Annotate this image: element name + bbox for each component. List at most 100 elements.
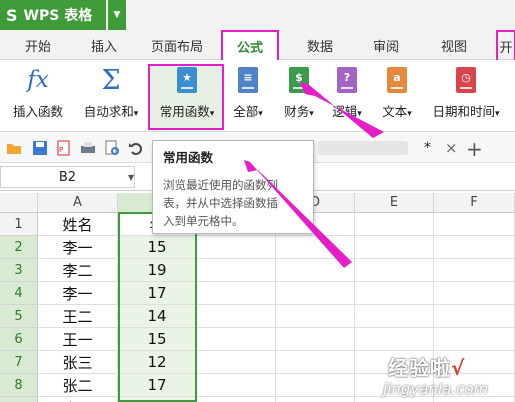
- column-header-a[interactable]: A: [38, 193, 118, 213]
- fx-icon: fx: [27, 67, 49, 93]
- empty-cell[interactable]: [434, 282, 515, 305]
- empty-cell[interactable]: [276, 351, 355, 374]
- cell-a[interactable]: 张二: [38, 397, 118, 402]
- export-pdf-icon[interactable]: P: [56, 140, 72, 156]
- empty-cell[interactable]: [355, 213, 434, 236]
- tab-review[interactable]: 审阅: [364, 30, 408, 60]
- question-book-icon: ?: [334, 66, 360, 94]
- open-folder-icon[interactable]: [6, 140, 22, 156]
- tab-insert[interactable]: 插入: [80, 30, 128, 60]
- empty-cell[interactable]: [197, 374, 276, 397]
- tab-page-layout[interactable]: 页面布局: [144, 30, 210, 60]
- name-box-dropdown-icon[interactable]: ▼: [128, 173, 134, 182]
- empty-cell[interactable]: [434, 305, 515, 328]
- empty-cell[interactable]: [197, 351, 276, 374]
- logic-functions-button[interactable]: ? 逻辑▾: [327, 66, 367, 128]
- cell-a[interactable]: 王二: [38, 305, 118, 328]
- list-book-icon: ≡: [235, 66, 261, 94]
- cell-a[interactable]: 张二: [38, 374, 118, 397]
- cell-a[interactable]: 王一: [38, 328, 118, 351]
- empty-cell[interactable]: [197, 397, 276, 402]
- empty-cell[interactable]: [276, 305, 355, 328]
- watermark-logo: 经验啦√: [388, 356, 466, 380]
- empty-cell[interactable]: [434, 259, 515, 282]
- empty-cell[interactable]: [276, 236, 355, 259]
- print-icon[interactable]: [80, 140, 96, 156]
- finance-functions-button[interactable]: $ 财务▾: [277, 66, 321, 128]
- print-preview-icon[interactable]: [104, 140, 120, 156]
- tab-view[interactable]: 视图: [432, 30, 476, 60]
- empty-cell[interactable]: [276, 282, 355, 305]
- wps-logo-icon: S: [6, 5, 18, 25]
- text-functions-button[interactable]: a 文本▾: [374, 66, 420, 128]
- empty-cell[interactable]: [355, 305, 434, 328]
- wps-spreadsheet-window: S WPS 表格 ▼ 开始 插入 页面布局 公式 数据 审阅 视图 开 fx 插…: [0, 0, 515, 402]
- empty-cell[interactable]: [434, 328, 515, 351]
- datetime-functions-button[interactable]: ◷ 日期和时间▾: [424, 66, 508, 128]
- document-tab[interactable]: * ×: [318, 134, 458, 162]
- text-book-icon: a: [384, 66, 410, 94]
- empty-cell[interactable]: [197, 328, 276, 351]
- new-tab-icon[interactable]: +: [466, 137, 483, 161]
- empty-cell[interactable]: [355, 328, 434, 351]
- empty-cell[interactable]: [197, 236, 276, 259]
- tooltip-title: 常用函数: [163, 150, 214, 165]
- app-menu-button[interactable]: S WPS 表格: [0, 0, 106, 30]
- sigma-icon: Σ: [101, 64, 121, 96]
- row-header[interactable]: 2: [0, 236, 38, 259]
- row-header[interactable]: 8: [0, 374, 38, 397]
- unsaved-marker: *: [424, 140, 431, 156]
- star-book-icon: ★: [174, 66, 200, 94]
- column-header-f[interactable]: F: [434, 193, 515, 213]
- common-functions-button[interactable]: ★ 常用函数▾: [152, 66, 222, 128]
- common-functions-tooltip: 常用函数 浏览最近使用的函数列 表，并从中选择函数插 入到单元格中。: [152, 140, 314, 234]
- row-header[interactable]: 4: [0, 282, 38, 305]
- empty-cell[interactable]: [276, 259, 355, 282]
- cell-a[interactable]: 张三: [38, 351, 118, 374]
- all-functions-button[interactable]: ≡ 全部▾: [228, 66, 268, 128]
- empty-cell[interactable]: [276, 328, 355, 351]
- ribbon-tabs: 开始 插入 页面布局 公式 数据 审阅 视图 开: [0, 30, 515, 61]
- autosum-button[interactable]: Σ 自动求和▾: [78, 64, 144, 128]
- save-icon[interactable]: [32, 140, 48, 156]
- row-header[interactable]: 7: [0, 351, 38, 374]
- empty-cell[interactable]: [276, 374, 355, 397]
- empty-cell[interactable]: [355, 236, 434, 259]
- row-header[interactable]: 9: [0, 397, 38, 402]
- close-tab-icon[interactable]: ×: [445, 139, 458, 157]
- undo-icon[interactable]: [128, 140, 144, 156]
- tooltip-body: 浏览最近使用的函数列 表，并从中选择函数插 入到单元格中。: [163, 178, 278, 228]
- svg-text:P: P: [59, 146, 63, 154]
- row-header[interactable]: 1: [0, 213, 38, 236]
- tab-formulas[interactable]: 公式: [221, 30, 279, 61]
- empty-cell[interactable]: [434, 213, 515, 236]
- app-title: WPS 表格: [23, 8, 93, 24]
- insert-function-button[interactable]: fx 插入函数: [6, 66, 70, 128]
- empty-cell[interactable]: [197, 305, 276, 328]
- column-header-e[interactable]: E: [355, 193, 434, 213]
- empty-cell[interactable]: [197, 259, 276, 282]
- cell-a[interactable]: 李一: [38, 282, 118, 305]
- money-book-icon: $: [286, 66, 312, 94]
- empty-cell[interactable]: [355, 259, 434, 282]
- watermark-url: jingyanla.com: [383, 380, 489, 398]
- document-tab-name: [318, 141, 408, 155]
- tab-data[interactable]: 数据: [298, 30, 342, 60]
- cell-a[interactable]: 姓名: [38, 213, 118, 236]
- tab-home[interactable]: 开始: [14, 30, 62, 60]
- tab-developer[interactable]: 开: [496, 30, 515, 60]
- select-all-corner[interactable]: [0, 193, 38, 213]
- empty-cell[interactable]: [434, 236, 515, 259]
- clock-book-icon: ◷: [453, 66, 479, 94]
- empty-cell[interactable]: [276, 397, 355, 402]
- name-box[interactable]: B2: [0, 166, 135, 188]
- empty-cell[interactable]: [197, 282, 276, 305]
- app-menu-dropdown-icon[interactable]: ▼: [108, 0, 126, 30]
- row-header[interactable]: 6: [0, 328, 38, 351]
- cell-a[interactable]: 李二: [38, 259, 118, 282]
- row-header[interactable]: 5: [0, 305, 38, 328]
- cell-a[interactable]: 李一: [38, 236, 118, 259]
- empty-cell[interactable]: [355, 282, 434, 305]
- row-header[interactable]: 3: [0, 259, 38, 282]
- selection-range: [118, 212, 197, 402]
